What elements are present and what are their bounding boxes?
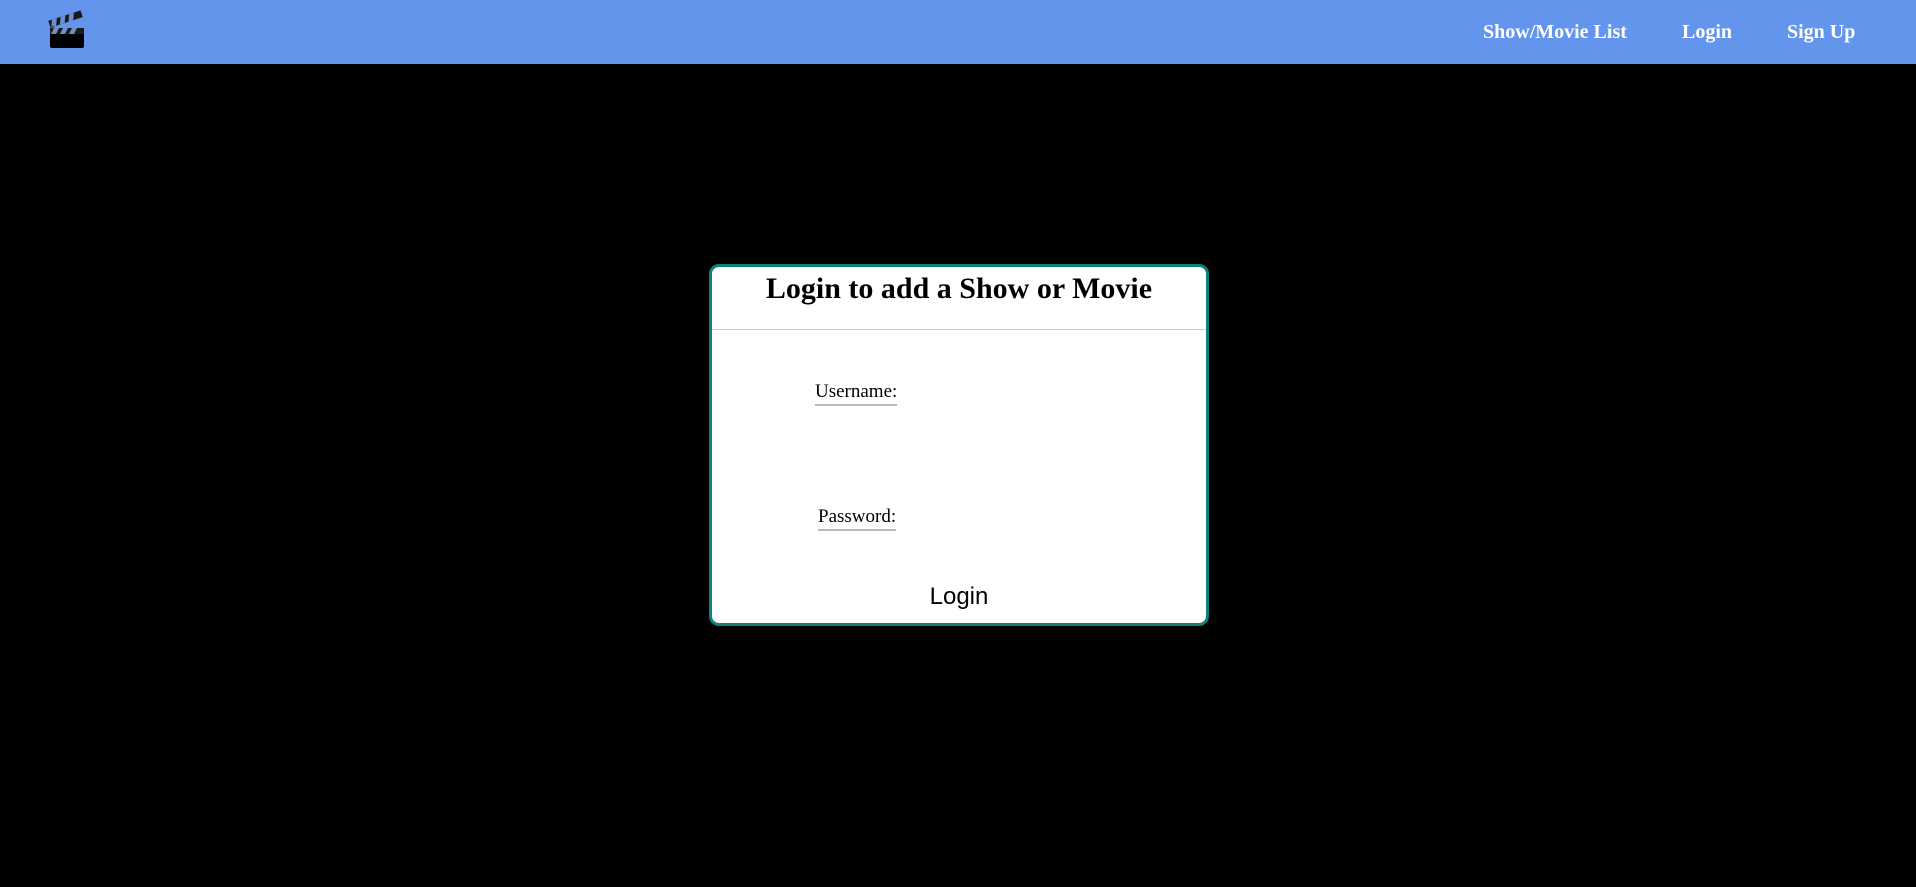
nav-link-show-movie-list[interactable]: Show/Movie List: [1483, 20, 1627, 44]
nav-link-sign-up[interactable]: Sign Up: [1787, 20, 1855, 44]
login-card-title: Login to add a Show or Movie: [765, 272, 1153, 305]
login-card: Login to add a Show or Movie Username: P…: [709, 264, 1209, 626]
nav-link-login[interactable]: Login: [1682, 20, 1732, 44]
clapperboard-icon[interactable]: [48, 10, 86, 50]
navbar: Show/Movie List Login Sign Up: [0, 0, 1916, 64]
card-divider: [712, 329, 1206, 330]
password-label: Password:: [818, 506, 897, 531]
username-input[interactable]: [196, 386, 392, 412]
password-input[interactable]: [194, 510, 390, 536]
username-label: Username:: [815, 381, 898, 406]
login-submit-button[interactable]: Login: [909, 580, 1009, 614]
